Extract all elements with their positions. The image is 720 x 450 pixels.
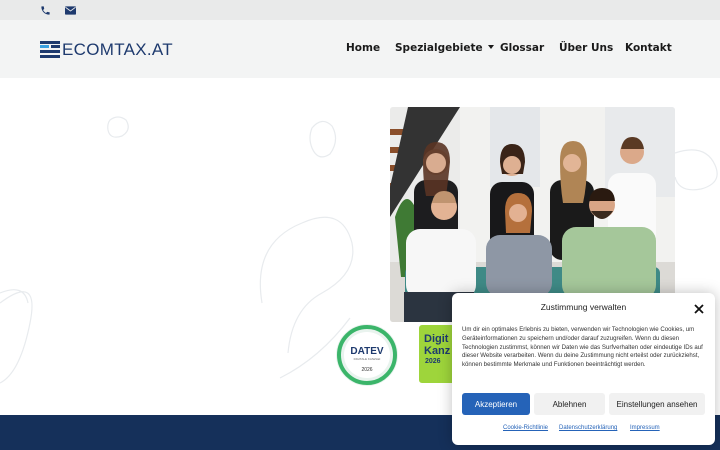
- site-header: ECOMTAX.AT Home Spezialgebiete Glossar Ü…: [0, 20, 720, 78]
- top-contact-bar: [0, 0, 720, 20]
- consent-text: Um dir ein optimales Erlebnis zu bieten,…: [462, 326, 703, 369]
- envelope-icon[interactable]: [64, 4, 76, 16]
- privacy-policy-link[interactable]: Datenschutzerklärung: [559, 425, 617, 431]
- nav-ueber-uns[interactable]: Über Uns: [559, 42, 613, 56]
- nav-home-label: Home: [346, 42, 381, 54]
- digital-badge-year: 2026: [425, 358, 441, 365]
- site-logo[interactable]: ECOMTAX.AT: [40, 40, 173, 58]
- logo-text: ECOMTAX.AT: [62, 39, 173, 59]
- logo-mark-icon: [40, 40, 60, 58]
- view-settings-button[interactable]: Einstellungen ansehen: [609, 393, 705, 415]
- close-icon[interactable]: [693, 302, 705, 314]
- nav-glossar[interactable]: Glossar: [500, 42, 544, 56]
- nav-kontakt-label: Kontakt: [625, 42, 672, 54]
- cookie-consent-dialog: Zustimmung verwalten Um dir ein optimale…: [452, 293, 715, 445]
- cookie-policy-link[interactable]: Cookie-Richtlinie: [503, 425, 548, 431]
- datev-badge: DATEV DIGITALE KANZLEI 2026: [335, 323, 399, 387]
- nav-spezialgebiete-label: Spezialgebiete: [395, 42, 483, 54]
- nav-home[interactable]: Home: [346, 42, 380, 56]
- team-photo: [390, 107, 675, 322]
- deny-button[interactable]: Ablehnen: [534, 393, 605, 415]
- digital-badge-line2: Kanz: [424, 345, 451, 357]
- nav-kontakt[interactable]: Kontakt: [625, 42, 672, 56]
- phone-icon[interactable]: [39, 4, 51, 16]
- datev-brand: DATEV: [350, 346, 384, 357]
- nav-ueber-uns-label: Über Uns: [559, 42, 614, 54]
- accept-button[interactable]: Akzeptieren: [462, 393, 530, 415]
- imprint-link[interactable]: Impressum: [630, 425, 660, 431]
- nav-glossar-label: Glossar: [500, 42, 545, 54]
- digital-badge-line1: Digit: [424, 333, 449, 345]
- datev-year: 2026: [361, 367, 373, 373]
- datev-subtitle: DIGITALE KANZLEI: [353, 357, 381, 361]
- chevron-down-icon: [487, 45, 494, 49]
- consent-title: Zustimmung verwalten: [540, 302, 627, 312]
- nav-spezialgebiete[interactable]: Spezialgebiete: [395, 42, 494, 56]
